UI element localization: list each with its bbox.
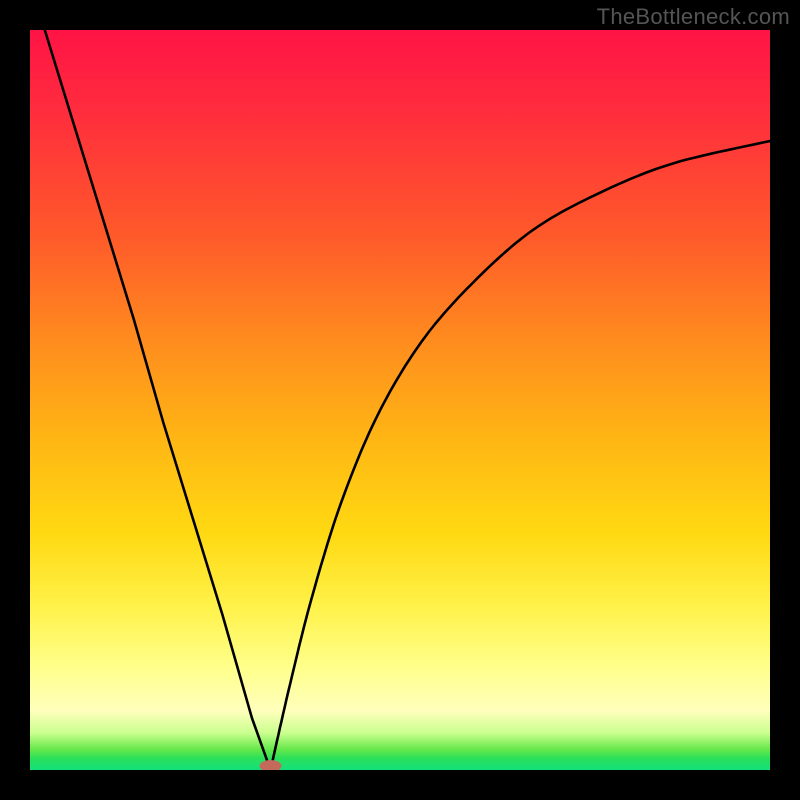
chart-frame: TheBottleneck.com: [0, 0, 800, 800]
watermark-text: TheBottleneck.com: [597, 4, 790, 30]
curve-right-branch: [271, 141, 771, 770]
curve-left-branch: [45, 30, 271, 770]
minimum-marker: [260, 760, 282, 770]
plot-area: [30, 30, 770, 770]
curve-layer: [30, 30, 770, 770]
